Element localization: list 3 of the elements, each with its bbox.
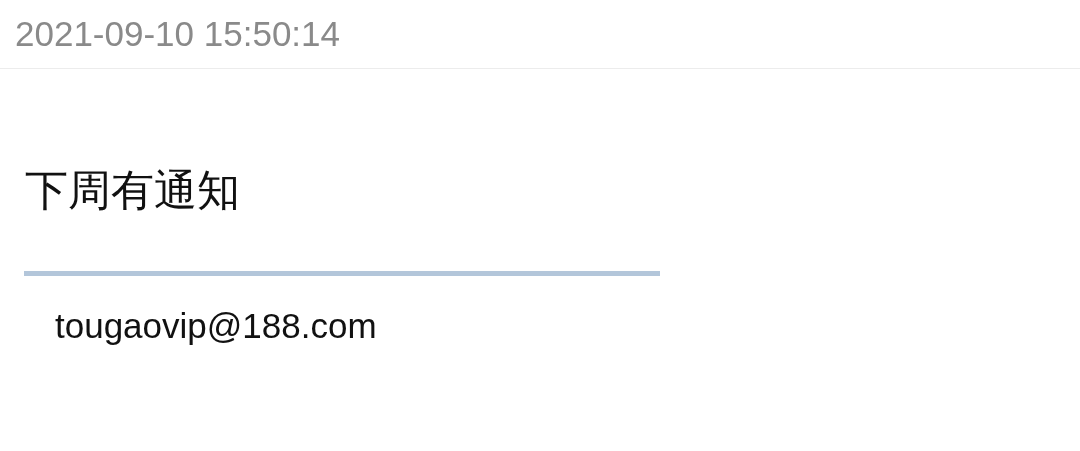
message-body: 下周有通知 xyxy=(25,165,241,216)
message-timestamp: 2021-09-10 15:50:14 xyxy=(15,12,340,55)
signature-email: tougaovip@188.com xyxy=(55,305,378,347)
